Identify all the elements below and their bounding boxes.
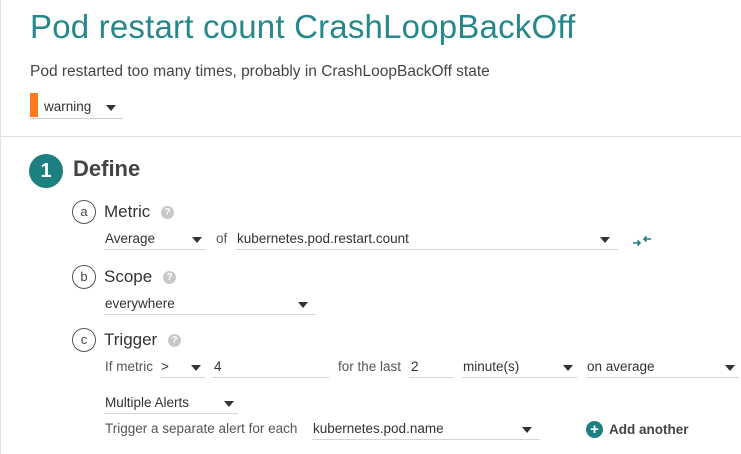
- alert-title[interactable]: Pod restart count CrashLoopBackOff: [30, 8, 575, 46]
- severity-value: warning: [44, 99, 92, 114]
- time-unit-value: minute(s): [463, 359, 520, 374]
- section-divider: [1, 136, 741, 137]
- swap-arrows-icon[interactable]: [632, 233, 652, 249]
- threshold-value: 4: [214, 359, 222, 374]
- alert-description[interactable]: Pod restarted too many times, probably i…: [30, 63, 490, 81]
- scope-letter-badge: b: [72, 265, 96, 289]
- for-the-last-label: for the last: [338, 359, 402, 374]
- separate-alert-label: Trigger a separate alert for each: [105, 421, 298, 436]
- trigger-help-icon[interactable]: ?: [168, 334, 181, 347]
- alert-mode-value: Multiple Alerts: [105, 395, 190, 410]
- alert-editor: Pod restart count CrashLoopBackOff Pod r…: [0, 0, 741, 454]
- metric-aggregation-dropdown[interactable]: Average: [104, 226, 206, 250]
- step-number-badge: 1: [29, 154, 63, 188]
- chevron-down-icon: [106, 105, 116, 111]
- plus-circle-icon: +: [586, 420, 603, 438]
- scope-dropdown[interactable]: everywhere: [104, 291, 316, 315]
- severity-dropdown[interactable]: warning: [30, 93, 123, 119]
- metric-section-title: Metric: [104, 202, 151, 221]
- segment-by-value: kubernetes.pod.name: [313, 421, 444, 436]
- chevron-down-icon: [725, 365, 735, 371]
- step-title: Define: [73, 156, 141, 181]
- duration-value: 2: [411, 359, 419, 374]
- chevron-down-icon: [192, 237, 202, 243]
- scope-value: everywhere: [105, 296, 175, 311]
- time-unit-dropdown[interactable]: minute(s): [462, 354, 577, 378]
- operator-dropdown[interactable]: >: [160, 354, 205, 378]
- threshold-input[interactable]: 4: [212, 354, 329, 378]
- chevron-down-icon: [224, 401, 234, 407]
- if-metric-label: If metric: [105, 359, 154, 374]
- duration-input[interactable]: 2: [409, 354, 454, 378]
- add-another-button[interactable]: + Add another: [586, 419, 689, 439]
- of-label: of: [216, 231, 228, 246]
- metric-name-value: kubernetes.pod.restart.count: [237, 231, 409, 246]
- metric-help-icon[interactable]: ?: [161, 206, 174, 219]
- alert-mode-dropdown[interactable]: Multiple Alerts: [104, 390, 238, 414]
- metric-letter-badge: a: [72, 200, 96, 224]
- segment-by-dropdown[interactable]: kubernetes.pod.name: [312, 416, 540, 440]
- severity-color-indicator: [30, 93, 38, 117]
- chevron-down-icon: [563, 365, 573, 371]
- operator-value: >: [161, 359, 169, 374]
- trigger-section-title: Trigger: [104, 330, 158, 349]
- trigger-letter-badge: c: [72, 328, 96, 352]
- chevron-down-icon: [522, 427, 532, 433]
- chevron-down-icon: [191, 365, 201, 371]
- scope-section-title: Scope: [104, 267, 153, 286]
- add-another-label: Add another: [609, 421, 689, 437]
- trigger-aggregation-value: on average: [587, 359, 655, 374]
- chevron-down-icon: [600, 237, 610, 243]
- scope-help-icon[interactable]: ?: [163, 271, 176, 284]
- metric-aggregation-value: Average: [105, 231, 156, 246]
- metric-name-dropdown[interactable]: kubernetes.pod.restart.count: [236, 226, 618, 250]
- chevron-down-icon: [298, 302, 308, 308]
- trigger-aggregation-dropdown[interactable]: on average: [586, 354, 739, 378]
